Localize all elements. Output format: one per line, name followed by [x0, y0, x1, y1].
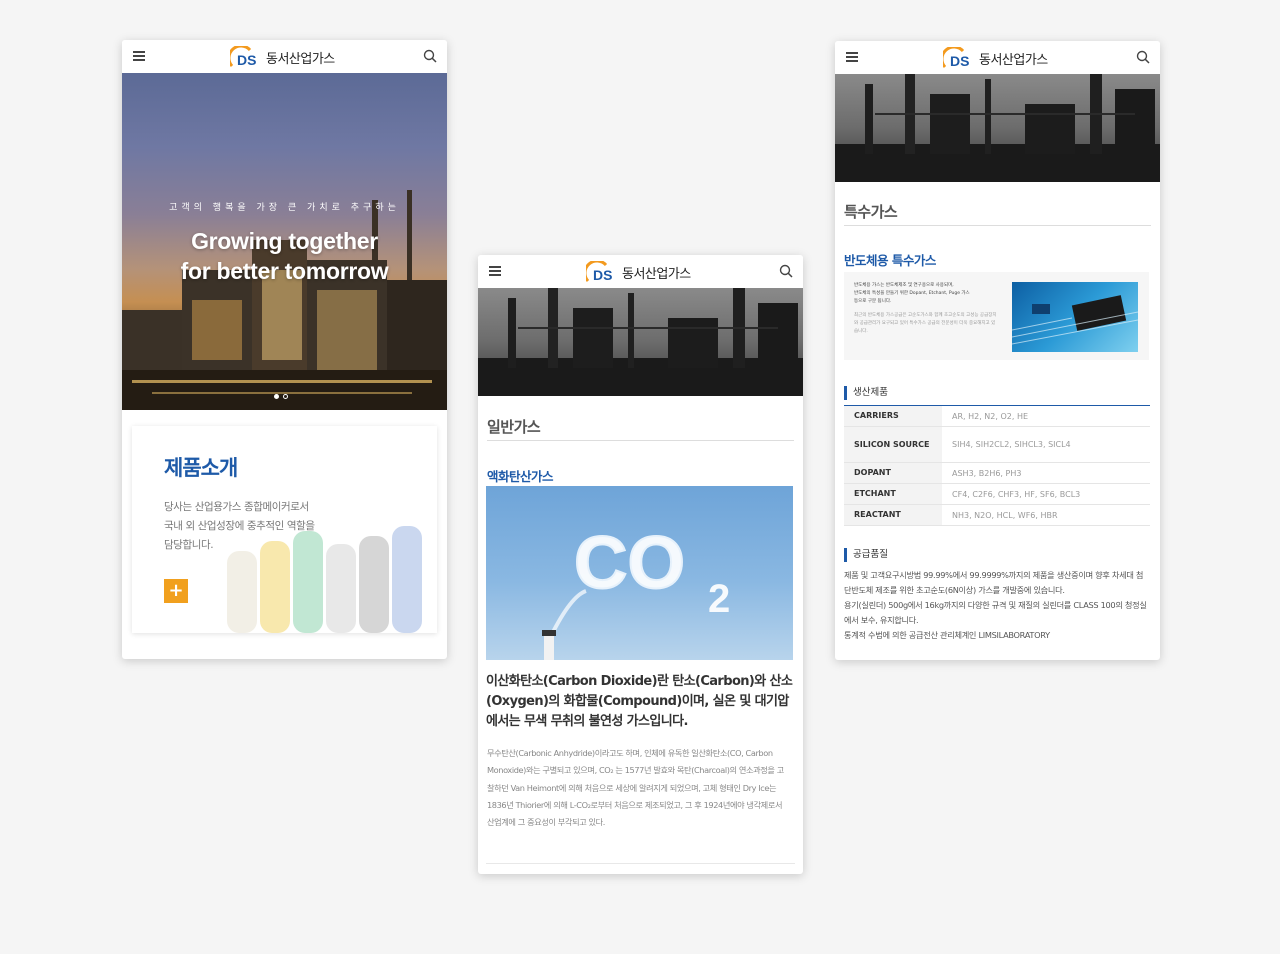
product-card-title: 제품소개 — [164, 456, 238, 480]
co2-cloud-image: CO 2 — [486, 486, 793, 660]
table-key: REACTANT — [844, 504, 942, 526]
table-value: NH3, N2O, HCL, WF6, HBR — [942, 504, 1150, 526]
search-icon[interactable] — [423, 49, 437, 63]
co2-cloud-subscript: 2 — [708, 577, 730, 621]
semi-fine-print: 최근의 반도체용 가스공급은 고순도가스와 함께 초고순도의 고성능 공급장치와… — [854, 313, 997, 334]
more-button[interactable]: + — [164, 579, 188, 603]
table-row: REACTANT NH3, N2O, HCL, WF6, HBR — [844, 504, 1150, 526]
menu-icon[interactable] — [846, 52, 858, 62]
table-key: DOPANT — [844, 462, 942, 484]
svg-text:DS: DS — [593, 267, 612, 283]
co2-headline: 이산화탄소(Carbon Dioxide)란 탄소(Carbon)와 산소(Ox… — [486, 674, 793, 729]
co2-cloud-text: CO — [574, 521, 685, 604]
co2-body: 무수탄산(Carbonic Anhydride)이라고도 하며, 인체에 유독한… — [487, 748, 784, 828]
circuit-board-image — [1012, 282, 1138, 352]
logo[interactable]: DS 동서산업가스 — [586, 260, 691, 284]
mobile-header: DS 동서산업가스 — [478, 255, 803, 289]
hero-subtitle: 고객의 행복을 가장 큰 가치로 추구하는 — [169, 203, 400, 213]
phone-general-gas: DS 동서산업가스 일반가스 액화탄산가스 CO 2 이산화탄소(Carbon … — [478, 255, 803, 874]
product-card-desc-line-2: 국내 외 산업성장에 중추적인 역할을 — [164, 520, 315, 532]
product-card-desc-line-3: 담당합니다. — [164, 539, 214, 551]
sub-title: 액화탄산가스 — [487, 469, 554, 484]
factory-night-image — [122, 190, 447, 410]
table-key: ETCHANT — [844, 483, 942, 505]
quality-paragraph-3: 통계적 수법에 의한 공급전산 관리체계인 LIMSILABORATORY — [844, 630, 1050, 640]
product-card-desc-line-1: 당사는 산업용가스 종합메이커로서 — [164, 501, 309, 513]
hero-title-line-1: Growing together — [191, 228, 378, 254]
phone-special-gas: DS 동서산업가스 특수가스 반도체용 특수가스 반도체용 가스는 반도체제조 … — [835, 41, 1160, 660]
quality-text: 제품 및 고객요구시방법 99.99%에서 99.9999%까지의 제품을 생산… — [844, 568, 1150, 643]
search-icon[interactable] — [1136, 50, 1150, 64]
svg-text:DS: DS — [237, 52, 256, 68]
product-card-desc: 당사는 산업용가스 종합메이커로서 국내 외 산업성장에 중추적인 역할을 담당… — [164, 498, 344, 555]
semi-line-2: 반도체의 특성을 만들기 위한 Dopant, Etchant, Puge 가스 — [854, 291, 970, 296]
menu-icon[interactable] — [489, 266, 501, 276]
sub-title: 반도체용 특수가스 — [844, 253, 936, 268]
quality-paragraph-1: 제품 및 고객요구시방법 99.99%에서 99.9999%까지의 제품을 생산… — [844, 570, 1144, 595]
factory-banner-image — [835, 74, 1160, 182]
hero-title: Growing together for better tomorrow — [122, 226, 447, 286]
quality-heading: 공급품질 — [844, 548, 888, 562]
table-key: CARRIERS — [844, 405, 942, 427]
title-divider — [487, 440, 794, 441]
svg-text:DS: DS — [950, 53, 969, 69]
next-card-edge — [486, 863, 795, 874]
slider-dot-2[interactable] — [283, 394, 288, 399]
phone-home: DS 동서산업가스 고객의 행복을 가장 큰 가치로 추구하는 Growing … — [122, 40, 447, 659]
mobile-header: DS 동서산업가스 — [835, 41, 1160, 75]
semiconductor-box: 반도체용 가스는 반도체제조 및 연구용으로 사용되며, 반도체의 특성을 만들… — [844, 272, 1149, 360]
hero-title-line-2: for better tomorrow — [180, 258, 389, 284]
logo-mark-icon: DS — [230, 46, 256, 68]
page-title: 특수가스 — [844, 203, 898, 221]
logo-text: 동서산업가스 — [622, 266, 691, 282]
semiconductor-text: 반도체용 가스는 반도체제조 및 연구용으로 사용되며, 반도체의 특성을 만들… — [854, 282, 999, 336]
table-row: ETCHANT CF4, C2F6, CHF3, HF, SF6, BCL3 — [844, 483, 1150, 505]
semi-line-1: 반도체용 가스는 반도체제조 및 연구용으로 사용되며, — [854, 283, 954, 288]
logo-mark-icon: DS — [586, 261, 612, 283]
semi-line-3: 등으로 구분 됩니다. — [854, 299, 892, 304]
product-intro-card[interactable]: 제품소개 당사는 산업용가스 종합메이커로서 국내 외 산업성장에 중추적인 역… — [132, 426, 437, 633]
table-row: CARRIERS AR, H2, N2, O2, HE — [844, 405, 1150, 427]
table-row: DOPANT ASH3, B2H6, PH3 — [844, 462, 1150, 484]
title-divider — [844, 225, 1151, 226]
table-value: SIH4, SIH2CL2, SIHCL3, SICL4 — [942, 426, 1150, 463]
logo-text: 동서산업가스 — [979, 52, 1048, 68]
search-icon[interactable] — [779, 264, 793, 278]
table-value: ASH3, B2H6, PH3 — [942, 462, 1150, 484]
table-value: AR, H2, N2, O2, HE — [942, 405, 1150, 427]
menu-icon[interactable] — [133, 51, 145, 61]
page-title: 일반가스 — [487, 418, 541, 436]
products-table: CARRIERS AR, H2, N2, O2, HE SILICON SOUR… — [844, 405, 1150, 526]
logo-mark-icon: DS — [943, 47, 969, 69]
quality-paragraph-2: 용기(실린더) 500g에서 16kg까지의 다양한 규격 및 재질의 실린더를… — [844, 600, 1147, 625]
mobile-header: DS 동서산업가스 — [122, 40, 447, 74]
table-row: SILICON SOURCE SIH4, SIH2CL2, SIHCL3, SI… — [844, 426, 1150, 463]
slider-dots — [274, 394, 288, 399]
logo[interactable]: DS 동서산업가스 — [230, 45, 335, 69]
logo[interactable]: DS 동서산업가스 — [943, 46, 1048, 70]
hero-slider[interactable]: 고객의 행복을 가장 큰 가치로 추구하는 Growing together f… — [122, 73, 447, 410]
table-value: CF4, C2F6, CHF3, HF, SF6, BCL3 — [942, 483, 1150, 505]
products-heading: 생산제품 — [844, 386, 888, 400]
slider-dot-1[interactable] — [274, 394, 279, 399]
logo-text: 동서산업가스 — [266, 51, 335, 67]
table-key: SILICON SOURCE — [844, 426, 942, 463]
factory-banner-image — [478, 288, 803, 396]
